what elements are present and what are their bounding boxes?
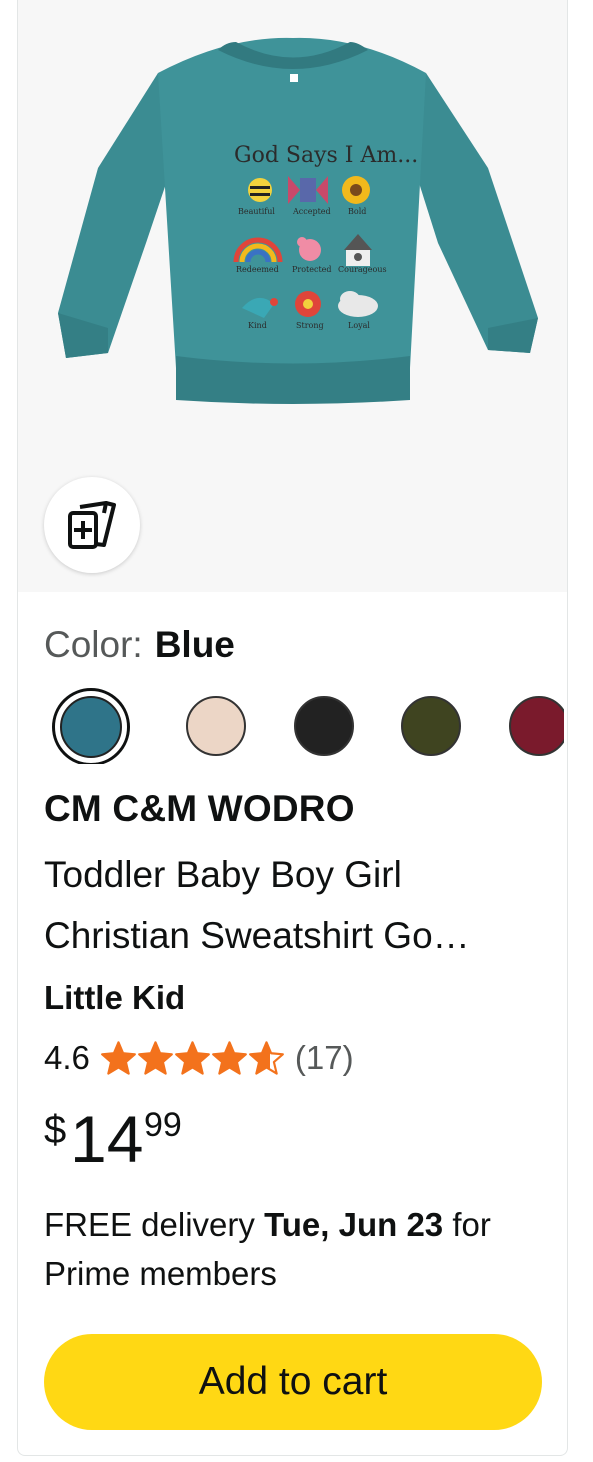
swatch-beige[interactable] [186, 696, 246, 756]
swatch-blue-fill [60, 696, 122, 758]
color-value: Blue [154, 624, 235, 665]
svg-text:Redeemed: Redeemed [236, 265, 279, 274]
price-fraction: 99 [144, 1106, 182, 1144]
svg-text:Accepted: Accepted [292, 207, 331, 216]
svg-text:Protected: Protected [292, 265, 332, 274]
rating-value: 4.6 [44, 1039, 90, 1076]
size-subtitle: Little Kid [44, 979, 186, 1016]
star-icon [248, 1040, 284, 1075]
add-to-cart-button[interactable]: Add to cart [44, 1334, 542, 1430]
product-image-area[interactable]: God Says I Am... Beautiful Accepted Bold… [18, 0, 567, 592]
color-swatches [44, 688, 564, 764]
product-title-line-2: Christian Sweatshirt Go… [44, 915, 470, 956]
compare-cards-icon [68, 501, 116, 549]
product-title[interactable]: Toddler Baby Boy Girl Christian Sweatshi… [44, 844, 544, 966]
product-title-line-1: Toddler Baby Boy Girl [44, 854, 402, 895]
swatch-burgundy[interactable] [509, 696, 564, 756]
rating-count[interactable]: (17) [295, 1039, 354, 1077]
star-icon [174, 1040, 210, 1075]
delivery-prefix: FREE delivery [44, 1206, 265, 1243]
svg-text:Courageous: Courageous [338, 265, 387, 274]
swatch-olive[interactable] [401, 696, 461, 756]
product-card[interactable]: God Says I Am... Beautiful Accepted Bold… [17, 0, 568, 1456]
svg-text:Loyal: Loyal [348, 321, 370, 330]
delivery-info: FREE delivery Tue, Jun 23 for Prime memb… [44, 1200, 544, 1298]
swatch-blue[interactable] [52, 688, 130, 764]
rating-row[interactable]: 4.6 (17) [44, 1033, 354, 1083]
svg-text:Beautiful: Beautiful [238, 207, 275, 216]
brand-name[interactable]: CM C&M WODRO [44, 783, 355, 835]
star-icon [137, 1040, 173, 1075]
svg-text:Strong: Strong [296, 321, 324, 330]
color-selector-label: Color: Blue [44, 620, 235, 670]
star-rating-icon [100, 1040, 285, 1077]
delivery-date: Tue, Jun 23 [264, 1206, 444, 1243]
svg-text:Kind: Kind [248, 321, 267, 330]
swatch-black[interactable] [294, 696, 354, 756]
color-label: Color: [44, 624, 143, 665]
svg-text:God Says I Am...: God Says I Am... [234, 143, 418, 168]
product-image[interactable]: God Says I Am... Beautiful Accepted Bold… [38, 28, 548, 408]
svg-text:Bold: Bold [348, 207, 366, 216]
compare-button[interactable] [44, 477, 140, 573]
star-icon [100, 1040, 136, 1075]
price-whole: 14 [70, 1102, 144, 1176]
price-symbol: $ [44, 1108, 67, 1152]
star-icon [211, 1040, 247, 1075]
